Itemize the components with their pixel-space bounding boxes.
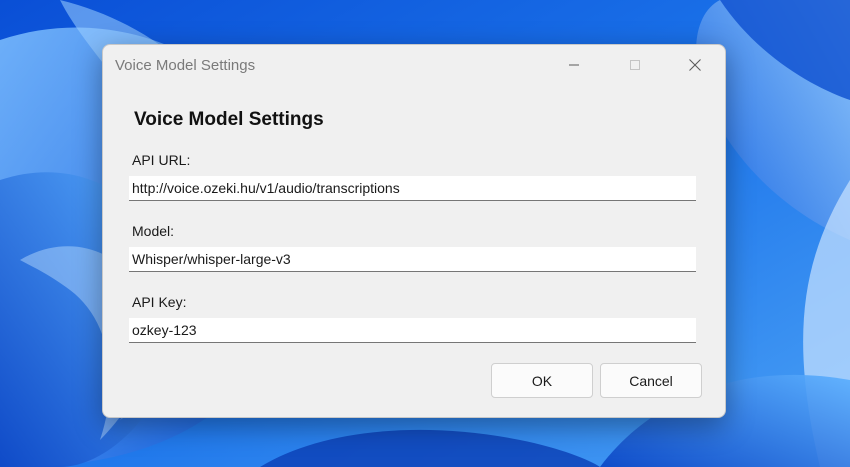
title-bar[interactable]: Voice Model Settings [103, 45, 725, 85]
close-icon [689, 59, 701, 71]
api-key-label: API Key: [132, 294, 187, 310]
minimize-icon [569, 64, 579, 66]
model-input[interactable] [129, 247, 696, 272]
model-label: Model: [132, 223, 175, 239]
voice-model-settings-dialog: Voice Model Settings Voice Model Setting… [102, 44, 726, 418]
dialog-heading: Voice Model Settings [134, 109, 324, 130]
api-url-label: API URL: [132, 152, 191, 168]
minimize-button[interactable] [552, 51, 596, 79]
cancel-button[interactable]: Cancel [600, 363, 702, 398]
maximize-button [613, 51, 657, 79]
api-key-input[interactable] [129, 318, 696, 343]
close-button[interactable] [673, 51, 717, 79]
window-title: Voice Model Settings [115, 57, 256, 74]
ok-button[interactable]: OK [491, 363, 593, 398]
maximize-icon [630, 60, 640, 70]
api-url-input[interactable] [129, 176, 696, 201]
